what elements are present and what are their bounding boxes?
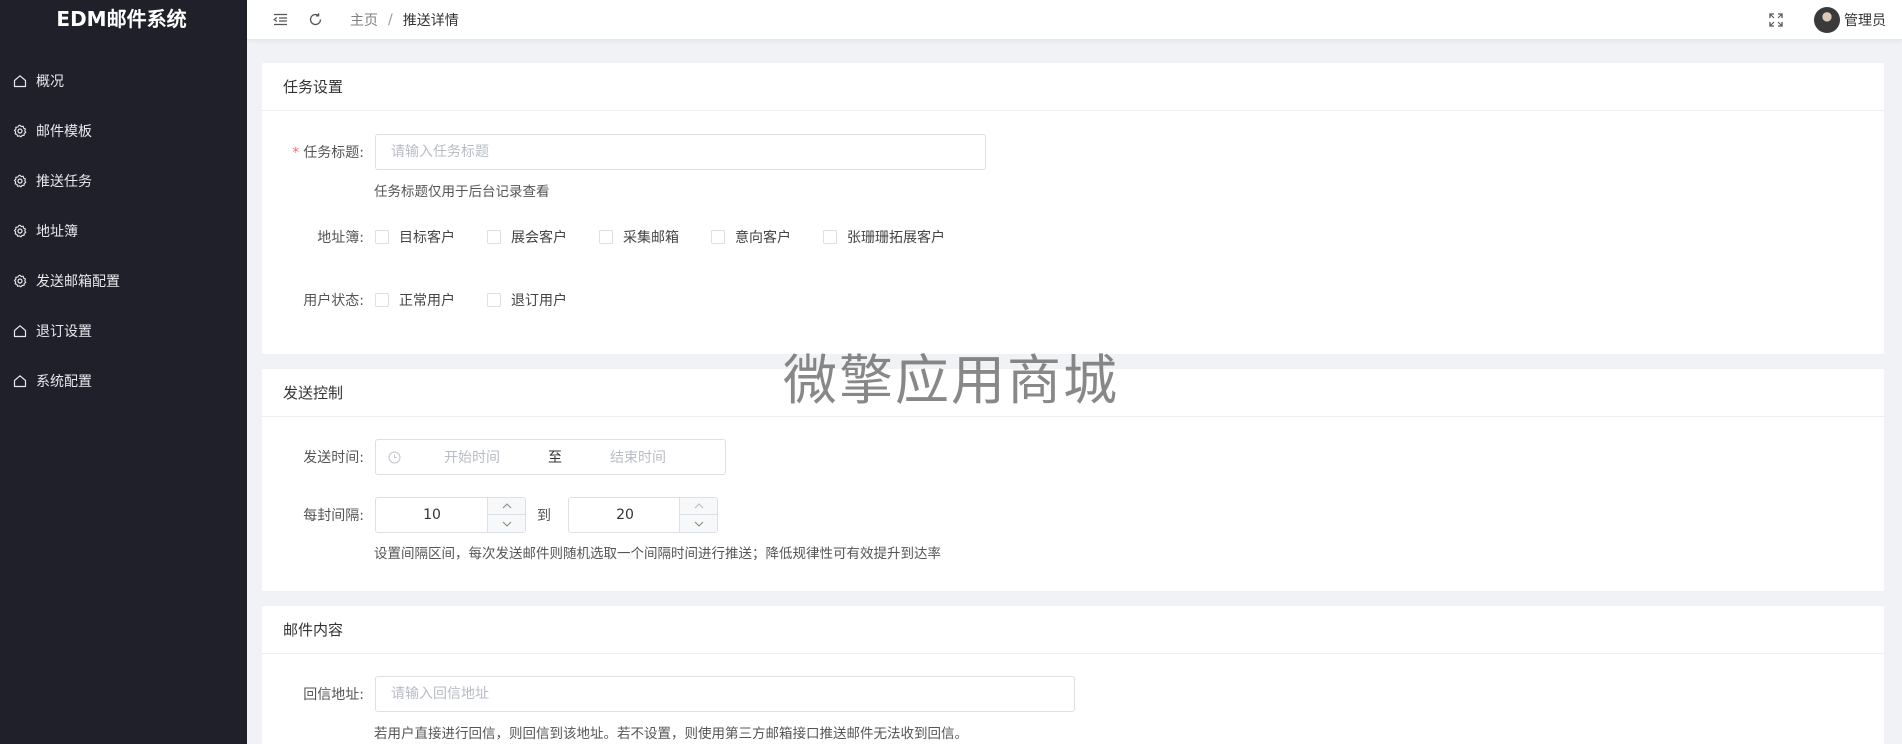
task-title-hint: 任务标题仅用于后台记录查看 <box>374 184 550 200</box>
gear-icon <box>12 174 27 189</box>
stepper-controls <box>487 498 525 532</box>
start-time-input[interactable]: 开始时间 <box>401 447 543 467</box>
sidebar-item-label: 系统配置 <box>36 374 92 390</box>
sidebar-item-overview[interactable]: 概况 <box>0 56 247 106</box>
home-icon <box>12 374 27 389</box>
checkbox-intent-customer[interactable]: 意向客户 <box>711 227 791 247</box>
address-book-label: 地址簿: <box>317 230 364 246</box>
checkbox-box[interactable] <box>487 293 501 307</box>
checkbox-label: 正常用户 <box>399 293 455 309</box>
gear-icon <box>12 124 27 139</box>
task-title-input[interactable] <box>375 134 986 170</box>
checkbox-box[interactable] <box>599 230 613 244</box>
required-mark: * <box>292 145 300 161</box>
sidebar: EDM邮件系统 概况 邮件模板 推送任务 地址簿 发送邮箱配置 退订设置 系统配… <box>0 0 247 744</box>
checkbox-expansion-customer[interactable]: 张珊珊拓展客户 <box>823 227 945 247</box>
checkbox-normal-user[interactable]: 正常用户 <box>375 290 455 310</box>
section-title: 任务设置 <box>262 63 1884 111</box>
checkbox-label: 展会客户 <box>511 230 567 246</box>
user-name[interactable]: 管理员 <box>1844 10 1886 30</box>
reply-address-hint: 若用户直接进行回信，则回信到该地址。若不设置，则使用第三方邮箱接口推送邮件无法收… <box>374 726 968 742</box>
menu-fold-icon[interactable] <box>272 12 288 28</box>
interval-row: 每封间隔: 10 到 20 <box>262 497 718 533</box>
interval-min-stepper[interactable]: 10 <box>375 497 526 533</box>
chevron-up-icon[interactable] <box>488 498 525 515</box>
sidebar-item-label: 推送任务 <box>36 174 92 190</box>
sidebar-item-sender-config[interactable]: 发送邮箱配置 <box>0 256 247 306</box>
task-title-label: * 任务标题: <box>262 142 375 162</box>
gear-icon <box>12 274 27 289</box>
checkbox-unsubscribed-user[interactable]: 退订用户 <box>487 290 567 310</box>
send-time-label: 发送时间: <box>303 450 364 466</box>
home-icon <box>12 324 27 339</box>
sidebar-item-system-config[interactable]: 系统配置 <box>0 356 247 406</box>
interval-label: 每封间隔: <box>303 508 364 524</box>
breadcrumb-separator: / <box>388 11 393 28</box>
sidebar-item-unsubscribe[interactable]: 退订设置 <box>0 306 247 356</box>
header-right: 管理员 <box>1768 0 1886 40</box>
checkbox-label: 意向客户 <box>735 230 791 246</box>
sidebar-menu: 概况 邮件模板 推送任务 地址簿 发送邮箱配置 退订设置 系统配置 <box>0 56 247 406</box>
checkbox-label: 目标客户 <box>399 230 455 246</box>
user-status-row: 用户状态: 正常用户 退订用户 <box>262 290 599 310</box>
range-separator: 至 <box>548 450 562 466</box>
user-status-label: 用户状态: <box>303 293 364 309</box>
checkbox-box[interactable] <box>711 230 725 244</box>
send-time-range-picker[interactable]: 开始时间 至 结束时间 <box>375 439 726 475</box>
sidebar-item-label: 概况 <box>36 74 64 90</box>
interval-max-stepper[interactable]: 20 <box>568 497 718 533</box>
checkbox-label: 采集邮箱 <box>623 230 679 246</box>
checkbox-box[interactable] <box>823 230 837 244</box>
checkbox-exhibition-customer[interactable]: 展会客户 <box>487 227 567 247</box>
end-time-input[interactable]: 结束时间 <box>567 447 709 467</box>
breadcrumb-current: 推送详情 <box>402 12 459 29</box>
interval-separator: 到 <box>537 508 551 524</box>
interval-max-value[interactable]: 20 <box>569 507 681 523</box>
mail-content-card: 邮件内容 回信地址: 若用户直接进行回信，则回信到该地址。若不设置，则使用第三方… <box>262 606 1884 744</box>
task-title-label-text: 任务标题: <box>303 145 364 161</box>
checkbox-label: 退订用户 <box>511 293 567 309</box>
breadcrumb: 主页 / 推送详情 <box>350 10 459 30</box>
interval-min-value[interactable]: 10 <box>376 507 488 523</box>
sidebar-item-label: 退订设置 <box>36 324 92 340</box>
checkbox-box[interactable] <box>375 293 389 307</box>
chevron-down-icon[interactable] <box>680 515 717 532</box>
home-icon <box>12 74 27 89</box>
main-content: 任务设置 *任务标题: 任务标题仅用于后台记录查看 地址簿: 目标客户 展会客户… <box>247 40 1902 744</box>
clock-icon <box>388 451 401 464</box>
sidebar-item-label: 邮件模板 <box>36 124 92 140</box>
chevron-up-icon[interactable] <box>680 498 717 515</box>
fullscreen-icon[interactable] <box>1768 12 1784 28</box>
checkbox-box[interactable] <box>487 230 501 244</box>
stepper-controls <box>679 498 717 532</box>
task-title-row: * 任务标题: <box>262 134 986 170</box>
address-book-row: 地址簿: 目标客户 展会客户 采集邮箱 意向客户 张珊珊拓展客户 <box>262 227 977 247</box>
reply-address-input[interactable] <box>375 676 1075 712</box>
sidebar-item-mail-template[interactable]: 邮件模板 <box>0 106 247 156</box>
avatar[interactable] <box>1814 7 1840 33</box>
sidebar-item-address-book[interactable]: 地址簿 <box>0 206 247 256</box>
breadcrumb-home[interactable]: 主页 <box>350 10 378 30</box>
sidebar-item-label: 发送邮箱配置 <box>36 274 120 290</box>
checkbox-target-customer[interactable]: 目标客户 <box>375 227 455 247</box>
top-header: 主页 / 推送详情 管理员 <box>247 0 1902 40</box>
sidebar-item-label: 地址簿 <box>36 224 78 240</box>
checkbox-label: 张珊珊拓展客户 <box>847 230 945 246</box>
checkbox-box[interactable] <box>375 230 389 244</box>
checkbox-collected-email[interactable]: 采集邮箱 <box>599 227 679 247</box>
task-settings-card: 任务设置 *任务标题: 任务标题仅用于后台记录查看 地址簿: 目标客户 展会客户… <box>262 63 1884 354</box>
send-control-card: 发送控制 发送时间: 开始时间 至 结束时间 每封间隔: 10 到 20 设置间… <box>262 369 1884 591</box>
chevron-down-icon[interactable] <box>488 515 525 532</box>
sidebar-item-push-task[interactable]: 推送任务 <box>0 156 247 206</box>
refresh-icon[interactable] <box>307 12 323 28</box>
app-logo: EDM邮件系统 <box>56 7 187 31</box>
reply-address-row: 回信地址: <box>262 676 1075 712</box>
interval-hint: 设置间隔区间，每次发送邮件则随机选取一个间隔时间进行推送；降低规律性可有效提升到… <box>374 546 941 562</box>
gear-icon <box>12 224 27 239</box>
section-title: 发送控制 <box>262 369 1884 417</box>
section-title: 邮件内容 <box>262 606 1884 654</box>
reply-address-label: 回信地址: <box>303 687 364 703</box>
send-time-row: 发送时间: 开始时间 至 结束时间 <box>262 439 726 475</box>
